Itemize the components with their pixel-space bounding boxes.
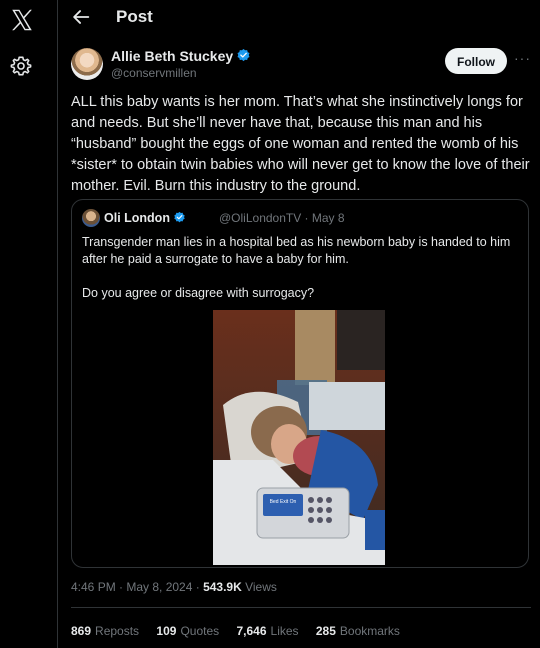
quoted-author-name[interactable]: Oli London: [104, 211, 170, 225]
post-meta: 4:46 PM · May 8, 2024 · 543.9K Views: [71, 580, 277, 594]
author-avatar[interactable]: [71, 48, 103, 80]
reposts-label: Reposts: [95, 624, 140, 638]
post-detail: Post Allie Beth Stuckey @conservmillen F…: [58, 0, 540, 648]
likes-count: 7,646: [236, 624, 267, 638]
tweet-text: ALL this baby wants is her mom. That’s w…: [71, 94, 530, 194]
verified-badge-icon: [237, 48, 250, 62]
bookmarks-label: Bookmarks: [339, 624, 400, 638]
quoted-text: Transgender man lies in a hospital bed a…: [82, 234, 518, 302]
back-arrow-icon[interactable]: [70, 6, 92, 28]
bookmarks-count: 285: [315, 624, 336, 638]
engagement-stats: 869 Reposts 109 Quotes 7,646 Likes 285 Bookm…: [71, 624, 414, 638]
author-name[interactable]: Allie Beth Stuckey: [111, 48, 233, 64]
follow-button[interactable]: Follow: [445, 48, 507, 74]
left-rail: [0, 0, 58, 648]
more-options-icon[interactable]: ···: [514, 50, 531, 66]
reposts-count: 869: [71, 624, 92, 638]
quotes-stat[interactable]: 109 Quotes: [156, 624, 219, 638]
page-title: Post: [116, 7, 153, 26]
quoted-avatar[interactable]: [82, 209, 100, 227]
bookmarks-stat[interactable]: 285 Bookmarks: [316, 624, 400, 638]
quotes-label: Quotes: [180, 624, 220, 638]
likes-stat[interactable]: 7,646 Likes: [236, 624, 298, 638]
quoted-tweet[interactable]: Oli London @OliLondonTV · May 8 Transgen…: [71, 199, 529, 568]
views-label: Views: [241, 580, 277, 594]
timestamp[interactable]: 4:46 PM · May 8, 2024 ·: [71, 580, 203, 594]
author-handle[interactable]: @conservmillen: [111, 66, 197, 80]
likes-label: Likes: [270, 624, 299, 638]
divider: [71, 607, 531, 608]
author-name-row[interactable]: Allie Beth Stuckey: [111, 48, 251, 64]
quoted-name-row[interactable]: Oli London: [104, 211, 186, 225]
quoted-video-thumbnail[interactable]: Bed Exit On: [213, 310, 385, 565]
x-logo-icon[interactable]: [9, 7, 35, 33]
verified-badge-icon: [174, 211, 185, 223]
top-bar: Post: [58, 0, 540, 36]
reposts-stat[interactable]: 869 Reposts: [71, 624, 139, 638]
views-count: 543.9K: [203, 580, 242, 594]
quoted-handle-date[interactable]: @OliLondonTV · May 8: [219, 211, 345, 225]
quotes-count: 109: [156, 624, 177, 638]
quoted-text-paragraph-1: Transgender man lies in a hospital bed a…: [82, 235, 511, 266]
gear-icon[interactable]: [10, 55, 32, 77]
monitor-label: Bed Exit On: [270, 499, 297, 505]
quoted-text-paragraph-2: Do you agree or disagree with surrogacy?: [82, 286, 315, 300]
